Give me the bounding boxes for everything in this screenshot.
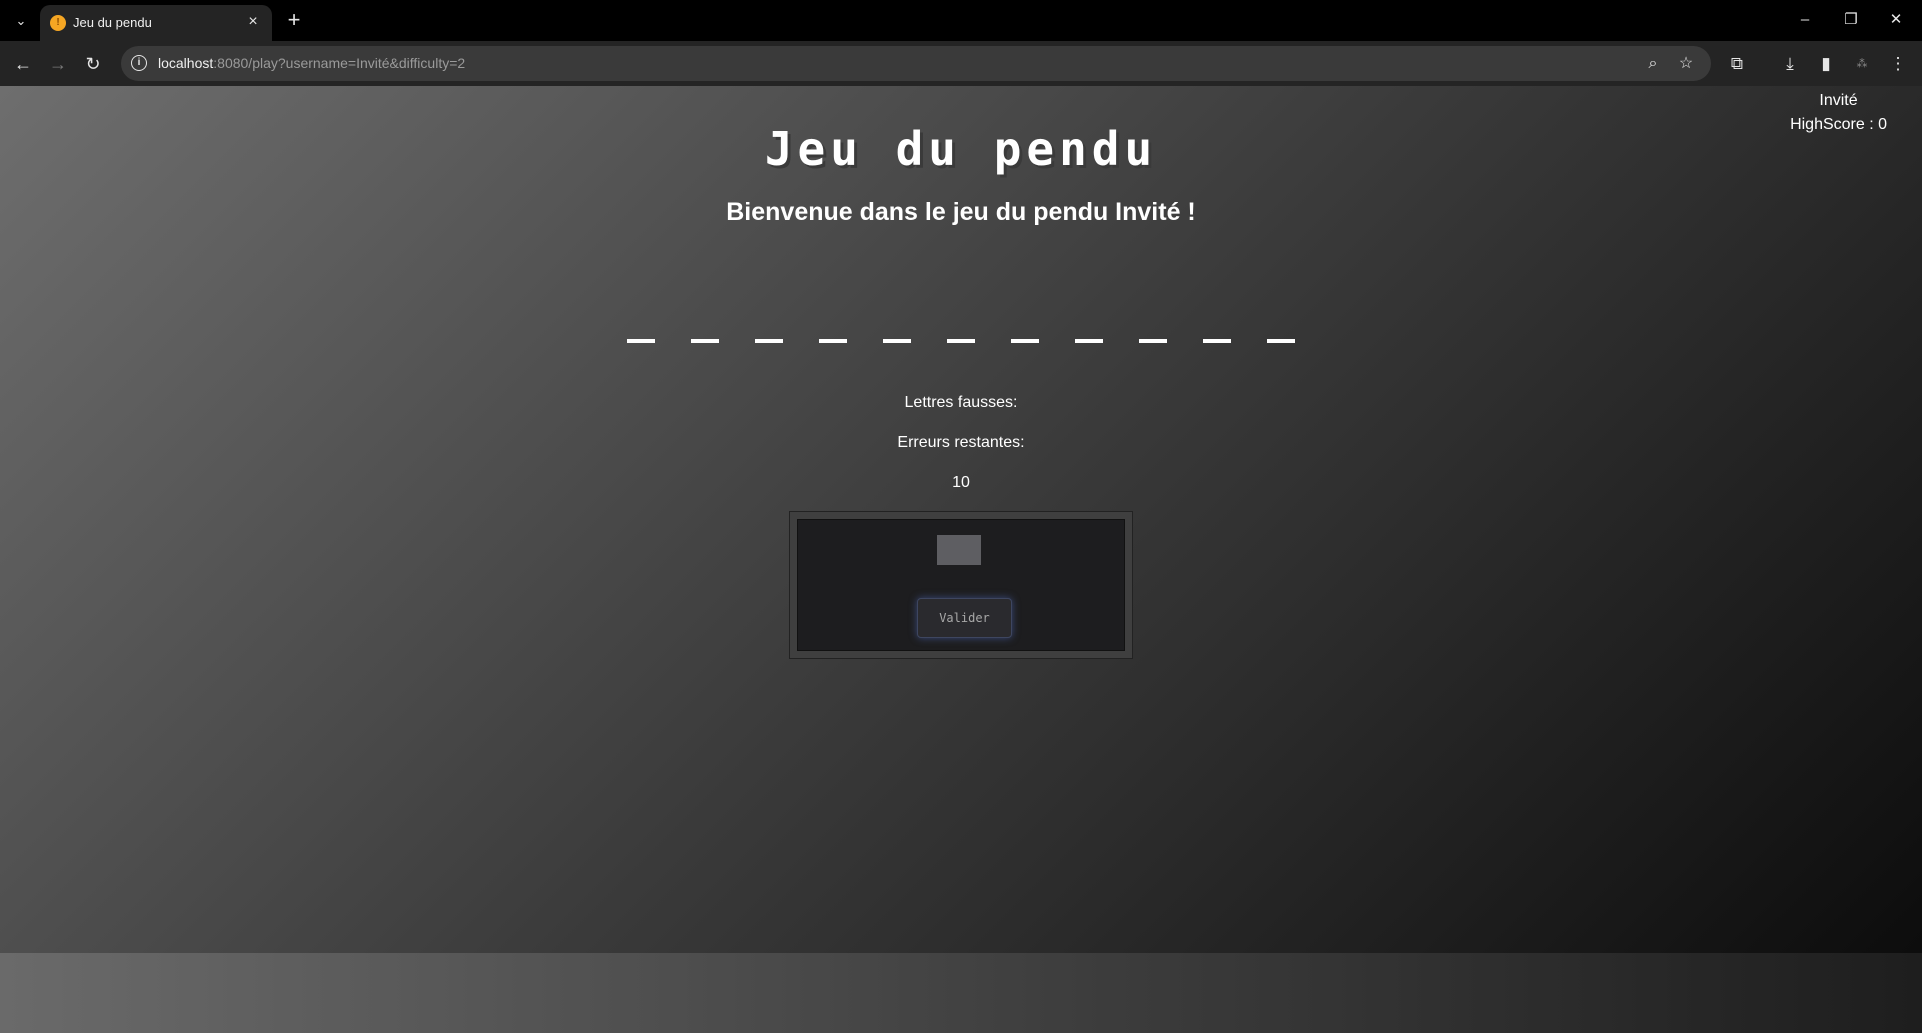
username: Invité: [1819, 92, 1858, 109]
side-panel-icon[interactable]: ▮: [1813, 51, 1839, 77]
forward-arrow-icon[interactable]: →: [45, 51, 71, 77]
url-host: localhost: [158, 55, 214, 71]
browser-tab-bar: ⌄ ! Jeu du pendu × + – ❐ ✕: [0, 0, 1922, 41]
tab-close-icon[interactable]: ×: [244, 13, 262, 31]
letter-slot: [1011, 339, 1039, 343]
guess-panel: Valider: [790, 512, 1132, 658]
letter-slot: [1267, 339, 1295, 343]
page-title: Jeu du pendu: [764, 122, 1158, 176]
url-text[interactable]: localhost:8080/play?username=Invité&diff…: [158, 55, 465, 71]
tab-search-chevron-down-icon[interactable]: ⌄: [10, 10, 32, 32]
letter-slot: [755, 339, 783, 343]
wrong-letters: Lettres fausses:: [0, 394, 1922, 412]
letter-slot: [819, 339, 847, 343]
letter-slot: [691, 339, 719, 343]
validate-button[interactable]: Valider: [917, 598, 1012, 638]
bookmark-star-icon[interactable]: ☆: [1674, 52, 1698, 76]
extensions-puzzle-icon[interactable]: ⧉: [1724, 51, 1750, 77]
restore-icon[interactable]: ❐: [1837, 8, 1865, 32]
letter-slot: [947, 339, 975, 343]
errors-remaining-label: Erreurs restantes:: [897, 434, 1025, 451]
download-icon[interactable]: ⤓: [1777, 51, 1803, 77]
tab-title: Jeu du pendu: [73, 15, 152, 30]
hidden-word: [0, 326, 1922, 356]
site-info-icon[interactable]: i: [131, 55, 147, 71]
errors-remaining-value: 10: [952, 474, 970, 491]
window-close-icon[interactable]: ✕: [1882, 8, 1910, 32]
tab-favicon-icon: !: [50, 15, 66, 31]
page-footer: [0, 953, 1922, 1033]
zoom-icon[interactable]: ⌕: [1641, 52, 1665, 76]
profile-icon[interactable]: ⁂: [1849, 51, 1875, 77]
letter-slot: [883, 339, 911, 343]
back-arrow-icon[interactable]: ←: [10, 51, 36, 77]
letter-input[interactable]: [937, 535, 981, 565]
minimize-icon[interactable]: –: [1791, 8, 1819, 32]
letter-slot: [1203, 339, 1231, 343]
letter-slot: [1139, 339, 1167, 343]
new-tab-plus-icon[interactable]: +: [282, 9, 306, 33]
address-bar[interactable]: i localhost:8080/play?username=Invité&di…: [121, 46, 1711, 81]
page-viewport: Invité HighScore : 0 Jeu du pendu Bienve…: [0, 86, 1922, 1033]
kebab-menu-icon[interactable]: ⋮: [1885, 51, 1911, 77]
browser-tab-active[interactable]: ! Jeu du pendu ×: [40, 5, 272, 41]
reload-icon[interactable]: ↻: [80, 51, 106, 77]
welcome-message: Bienvenue dans le jeu du pendu Invité !: [726, 198, 1196, 226]
letter-slot: [1075, 339, 1103, 343]
browser-toolbar: ← → ↻ i localhost:8080/play?username=Inv…: [0, 41, 1922, 86]
letter-slot: [627, 339, 655, 343]
url-path: :8080/play?username=Invité&difficulty=2: [213, 55, 466, 71]
wrong-letters-label: Lettres fausses:: [904, 394, 1018, 411]
